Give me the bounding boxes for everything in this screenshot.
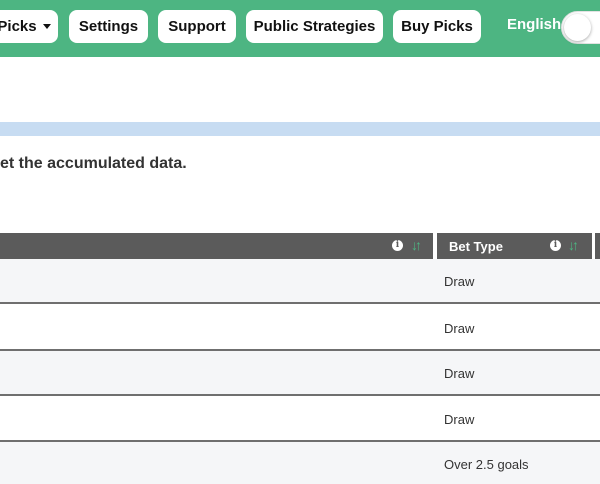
sort-icon[interactable]: ↓↑	[411, 237, 422, 253]
public-strategies-button[interactable]: Public Strategies	[246, 10, 383, 43]
support-button[interactable]: Support	[158, 10, 236, 43]
column-header-bet-type[interactable]: Bet Type i ↓↑	[437, 233, 592, 259]
caret-down-icon	[42, 24, 51, 29]
public-strategies-label: Public Strategies	[253, 18, 376, 35]
bet-type-cell: Draw	[444, 321, 475, 336]
top-navbar: Picks Settings Support Public Strategies…	[0, 0, 600, 57]
bet-type-cell: Over 2.5 goals	[444, 457, 529, 472]
column-header-next	[595, 233, 600, 259]
support-label: Support	[168, 18, 226, 35]
sort-icon[interactable]: ↓↑	[568, 237, 579, 253]
table-row: Draw	[0, 397, 600, 442]
table-row: Draw	[0, 306, 600, 351]
table-row: Over 2.5 goals	[0, 442, 600, 484]
buy-picks-button[interactable]: Buy Picks	[393, 10, 481, 43]
picks-label: Picks	[0, 18, 37, 35]
picks-dropdown-button[interactable]: Picks	[0, 10, 58, 43]
settings-label: Settings	[78, 18, 139, 35]
toggle-knob	[564, 14, 591, 41]
notice-text: et the accumulated data.	[0, 155, 187, 172]
column-header-1[interactable]: i ↓↑	[0, 233, 433, 259]
language-toggle[interactable]	[561, 11, 600, 44]
info-banner	[0, 122, 600, 136]
buy-picks-label: Buy Picks	[401, 18, 473, 35]
table-row: Draw	[0, 259, 600, 304]
language-label: English	[507, 16, 562, 33]
info-icon[interactable]: i	[392, 240, 403, 251]
table-header: i ↓↑ Bet Type i ↓↑	[0, 233, 600, 259]
bet-type-cell: Draw	[444, 412, 475, 427]
table-row: Draw	[0, 351, 600, 396]
settings-button[interactable]: Settings	[69, 10, 148, 43]
bet-type-header-label: Bet Type	[449, 239, 503, 254]
info-icon[interactable]: i	[550, 240, 561, 251]
bet-type-cell: Draw	[444, 274, 475, 289]
bet-type-cell: Draw	[444, 366, 475, 381]
